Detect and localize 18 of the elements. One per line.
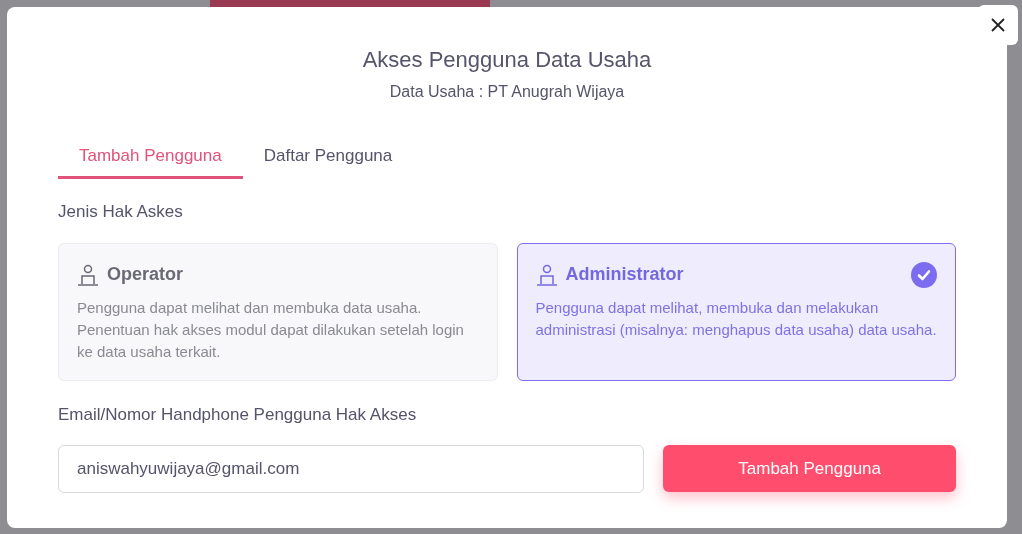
dialog-subtitle: Data Usaha : PT Anugrah Wijaya <box>388 82 626 102</box>
close-icon <box>991 18 1005 32</box>
tab[interactable]: Tambah Pengguna <box>58 141 243 179</box>
role-option-card[interactable]: Operator Pengguna dapat melihat dan membuka data usaha. Penentuan hak akses modul dapat dilakukan setelah login ke data usaha terkait. <box>58 242 498 381</box>
dialog-title: Akses Pengguna Data Usaha <box>361 46 653 74</box>
role-title: Operator <box>107 263 184 286</box>
user-desk-icon <box>77 263 99 286</box>
field-label: Email/Nomor Handphone Pengguna Hak Akses <box>58 403 418 426</box>
add-user-button[interactable]: Tambah Pengguna <box>663 445 956 492</box>
role-description: Pengguna dapat melihat, membuka dan melakukan administrasi (misalnya: menghapus data usaha) data usaha. <box>535 297 937 340</box>
role-description: Pengguna dapat melihat dan membuka data usaha. Penentuan hak akses modul dapat dilakukan setelah login ke data usaha terkait. <box>77 297 465 362</box>
email-input-field[interactable]: aniswahyuwijaya@gmail.com <box>58 445 645 493</box>
role-option-card[interactable]: Administrator Pengguna dapat melihat, membuka dan melakukan administrasi (misalnya: menghapus data usaha) data usaha. <box>516 242 956 381</box>
check-circle-icon <box>911 261 937 288</box>
section-label: Jenis Hak Askes <box>58 201 184 223</box>
user-desk-icon <box>535 263 558 286</box>
tab[interactable]: Daftar Pengguna <box>242 141 414 179</box>
role-title: Administrator <box>565 263 684 286</box>
